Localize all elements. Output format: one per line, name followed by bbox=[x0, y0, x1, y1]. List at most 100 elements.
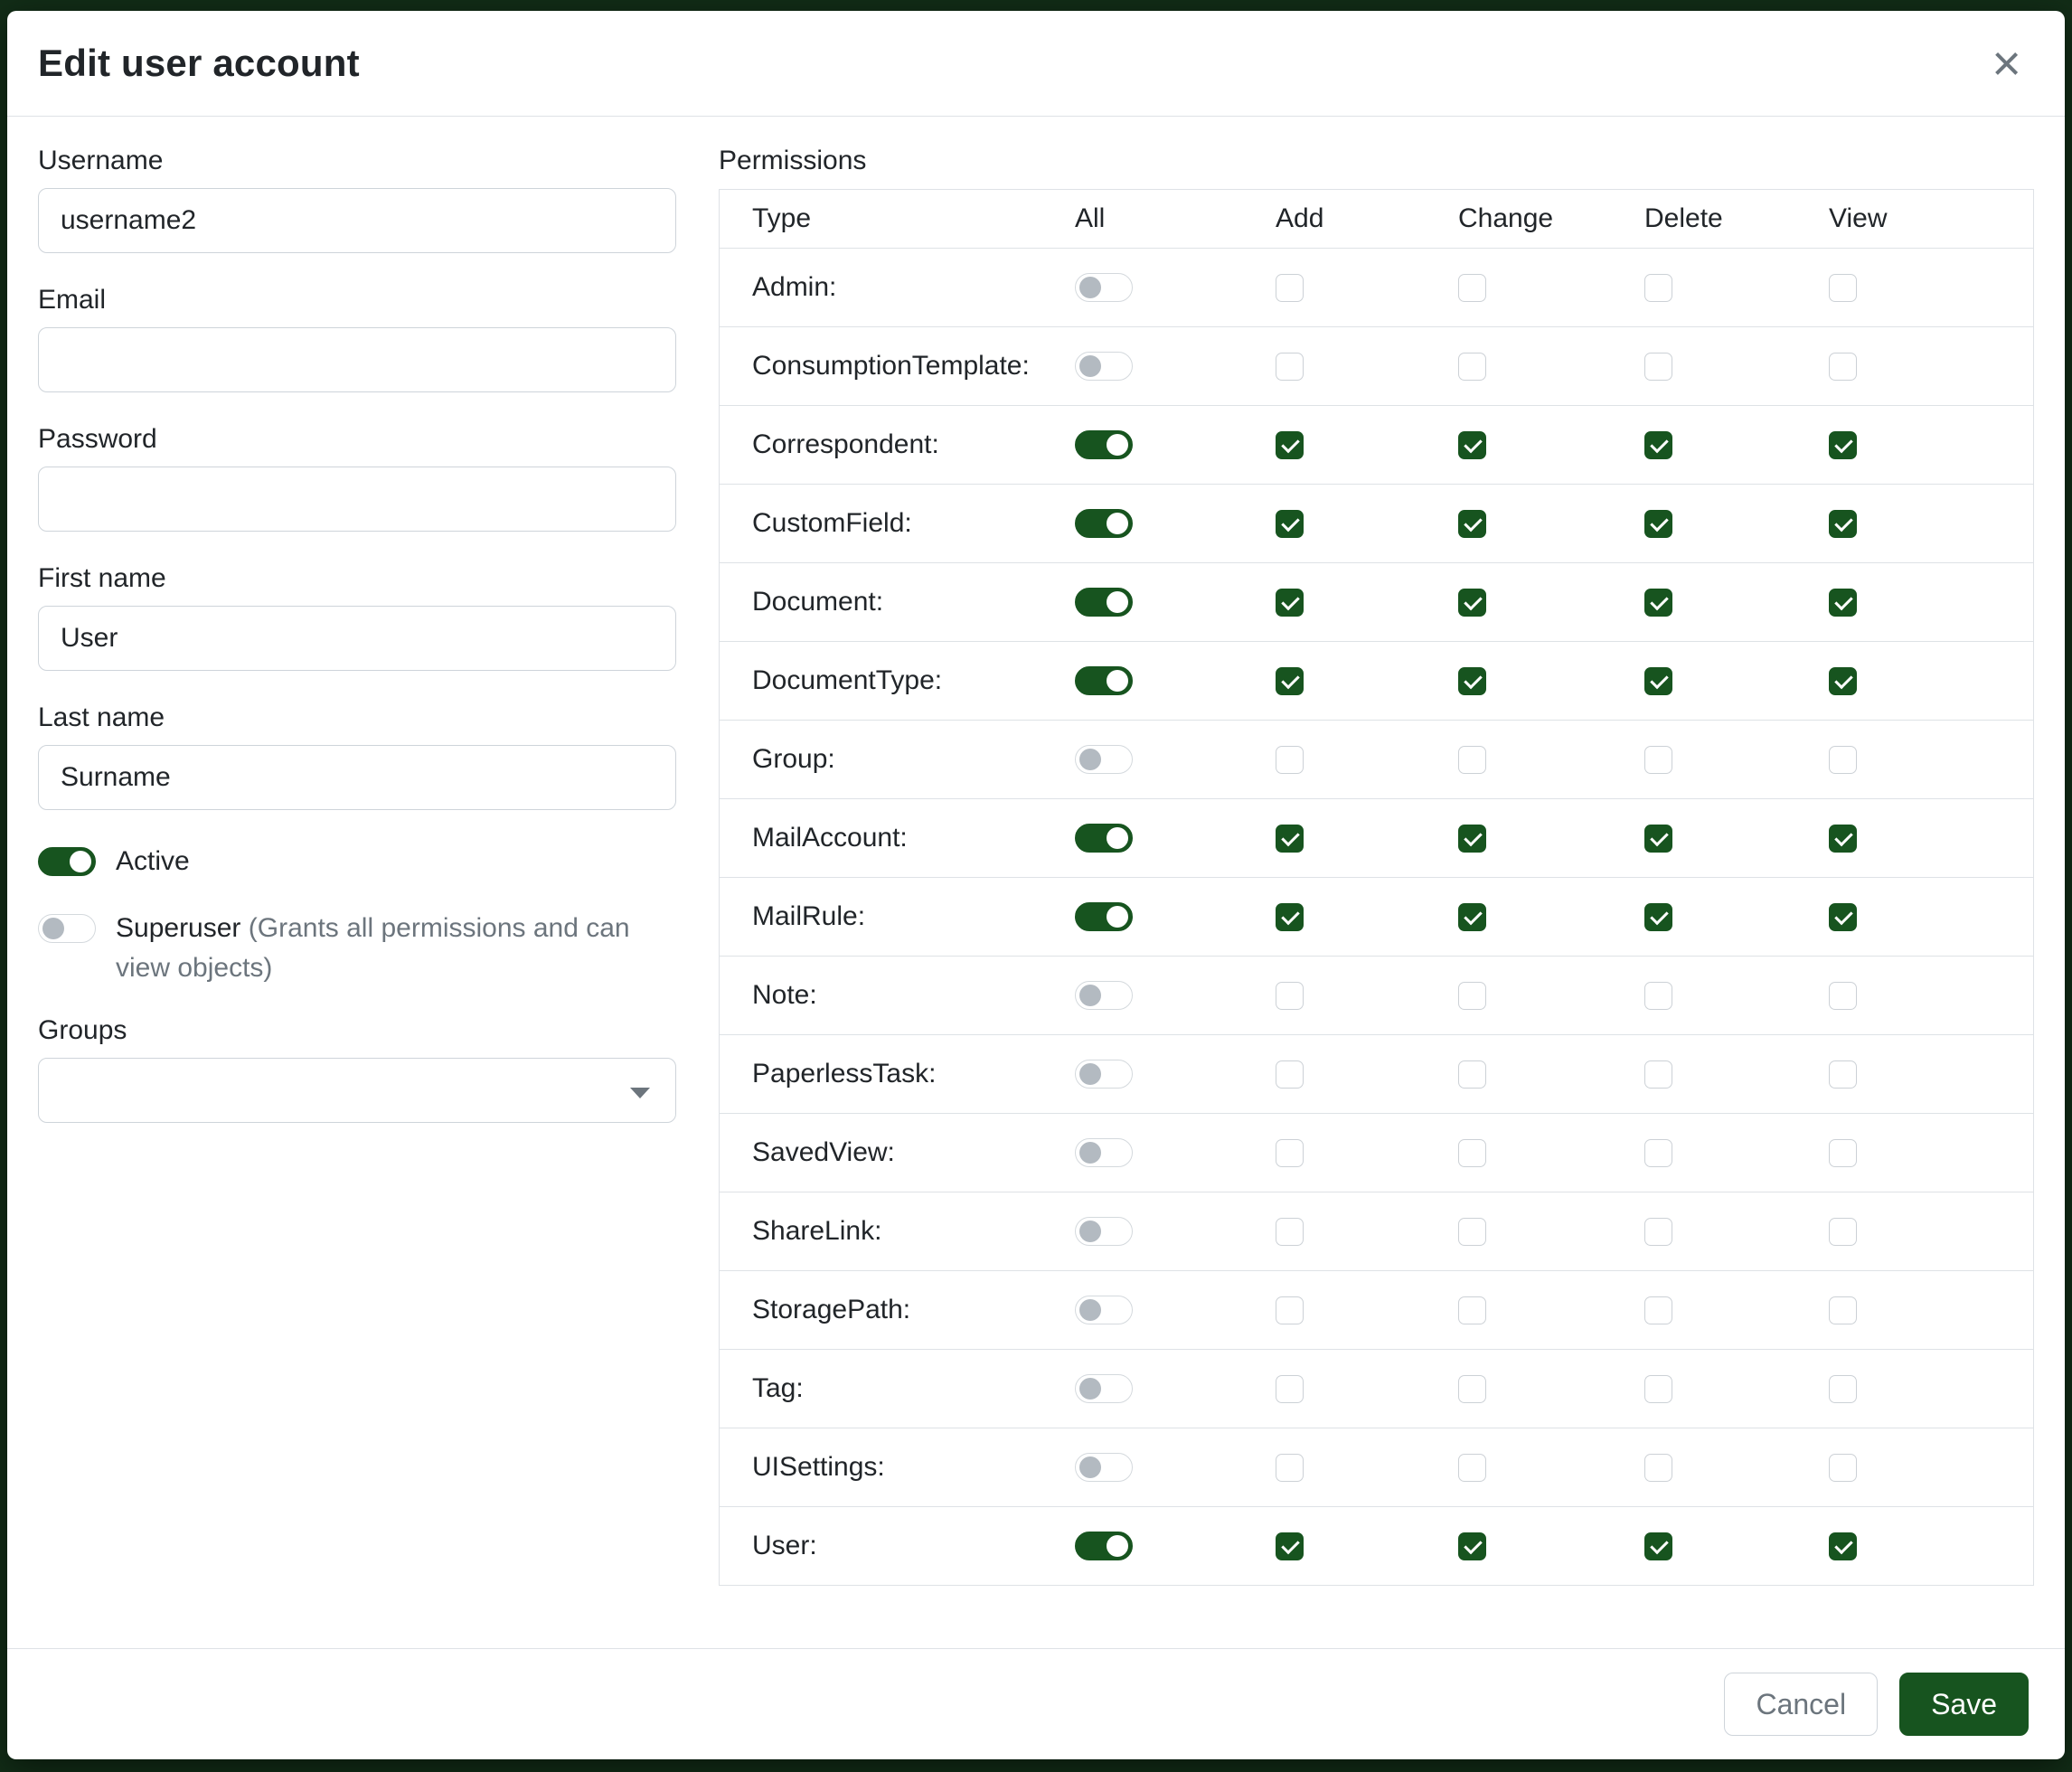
permission-change-checkbox[interactable] bbox=[1458, 589, 1486, 617]
groups-select[interactable] bbox=[38, 1058, 676, 1123]
permission-view-checkbox[interactable] bbox=[1829, 431, 1857, 459]
permission-all-toggle[interactable] bbox=[1075, 824, 1133, 853]
permission-all-toggle[interactable] bbox=[1075, 1217, 1133, 1246]
permission-view-checkbox[interactable] bbox=[1829, 353, 1857, 381]
permission-add-checkbox[interactable] bbox=[1276, 1060, 1304, 1089]
permission-change-checkbox[interactable] bbox=[1458, 1454, 1486, 1482]
permission-change-checkbox[interactable] bbox=[1458, 510, 1486, 538]
permission-change-checkbox[interactable] bbox=[1458, 1532, 1486, 1560]
permission-delete-checkbox[interactable] bbox=[1644, 1139, 1672, 1167]
permission-all-toggle[interactable] bbox=[1075, 1060, 1133, 1089]
email-input[interactable] bbox=[38, 327, 676, 392]
permission-all-toggle[interactable] bbox=[1075, 588, 1133, 617]
permission-all-toggle[interactable] bbox=[1075, 273, 1133, 302]
permission-add-checkbox[interactable] bbox=[1276, 903, 1304, 931]
permission-change-checkbox[interactable] bbox=[1458, 1060, 1486, 1089]
active-toggle[interactable] bbox=[38, 847, 96, 876]
permission-add-checkbox[interactable] bbox=[1276, 1375, 1304, 1403]
permission-all-toggle[interactable] bbox=[1075, 1138, 1133, 1167]
permission-change-checkbox[interactable] bbox=[1458, 274, 1486, 302]
permission-change-checkbox[interactable] bbox=[1458, 1375, 1486, 1403]
permission-change-checkbox[interactable] bbox=[1458, 982, 1486, 1010]
permission-view-checkbox[interactable] bbox=[1829, 274, 1857, 302]
permission-view-checkbox[interactable] bbox=[1829, 1060, 1857, 1089]
permission-add-checkbox[interactable] bbox=[1276, 667, 1304, 695]
permission-delete-checkbox[interactable] bbox=[1644, 274, 1672, 302]
permission-all-toggle[interactable] bbox=[1075, 430, 1133, 459]
permission-view-checkbox[interactable] bbox=[1829, 1454, 1857, 1482]
permission-view-checkbox[interactable] bbox=[1829, 1532, 1857, 1560]
permission-view-checkbox[interactable] bbox=[1829, 825, 1857, 853]
permission-change-checkbox[interactable] bbox=[1458, 825, 1486, 853]
last-name-input[interactable] bbox=[38, 745, 676, 810]
permission-delete-checkbox[interactable] bbox=[1644, 1218, 1672, 1246]
permission-all-toggle[interactable] bbox=[1075, 509, 1133, 538]
permission-type-label: Admin: bbox=[720, 272, 1075, 303]
permission-view-checkbox[interactable] bbox=[1829, 589, 1857, 617]
permission-view-checkbox[interactable] bbox=[1829, 1218, 1857, 1246]
permission-delete-checkbox[interactable] bbox=[1644, 667, 1672, 695]
permission-add-checkbox[interactable] bbox=[1276, 1296, 1304, 1324]
permission-add-checkbox[interactable] bbox=[1276, 353, 1304, 381]
permission-delete-checkbox[interactable] bbox=[1644, 1296, 1672, 1324]
permission-change-checkbox[interactable] bbox=[1458, 1139, 1486, 1167]
save-button[interactable]: Save bbox=[1899, 1673, 2029, 1736]
permission-add-checkbox[interactable] bbox=[1276, 510, 1304, 538]
superuser-toggle[interactable] bbox=[38, 914, 96, 943]
permission-row: Tag: bbox=[720, 1349, 2033, 1428]
permission-view-checkbox[interactable] bbox=[1829, 667, 1857, 695]
permission-change-checkbox[interactable] bbox=[1458, 1296, 1486, 1324]
permission-add-checkbox[interactable] bbox=[1276, 1454, 1304, 1482]
permission-delete-checkbox[interactable] bbox=[1644, 903, 1672, 931]
permission-view-checkbox[interactable] bbox=[1829, 903, 1857, 931]
permission-all-toggle[interactable] bbox=[1075, 902, 1133, 931]
permission-add-checkbox[interactable] bbox=[1276, 589, 1304, 617]
close-button[interactable]: × bbox=[1984, 42, 2029, 85]
permission-add-checkbox[interactable] bbox=[1276, 825, 1304, 853]
first-name-input[interactable] bbox=[38, 606, 676, 671]
dialog-title: Edit user account bbox=[38, 42, 360, 85]
permission-delete-checkbox[interactable] bbox=[1644, 825, 1672, 853]
permission-all-toggle[interactable] bbox=[1075, 981, 1133, 1010]
permission-delete-checkbox[interactable] bbox=[1644, 1060, 1672, 1089]
permission-add-checkbox[interactable] bbox=[1276, 1139, 1304, 1167]
permission-view-checkbox[interactable] bbox=[1829, 982, 1857, 1010]
permission-delete-checkbox[interactable] bbox=[1644, 982, 1672, 1010]
permission-add-checkbox[interactable] bbox=[1276, 431, 1304, 459]
permission-all-toggle[interactable] bbox=[1075, 1532, 1133, 1560]
permission-delete-checkbox[interactable] bbox=[1644, 1532, 1672, 1560]
permission-change-checkbox[interactable] bbox=[1458, 431, 1486, 459]
permission-delete-checkbox[interactable] bbox=[1644, 510, 1672, 538]
permission-add-checkbox[interactable] bbox=[1276, 1532, 1304, 1560]
permission-delete-checkbox[interactable] bbox=[1644, 589, 1672, 617]
username-input[interactable] bbox=[38, 188, 676, 253]
permission-all-toggle[interactable] bbox=[1075, 1296, 1133, 1324]
permission-view-checkbox[interactable] bbox=[1829, 510, 1857, 538]
permission-all-toggle[interactable] bbox=[1075, 666, 1133, 695]
permission-all-toggle[interactable] bbox=[1075, 1453, 1133, 1482]
permission-delete-checkbox[interactable] bbox=[1644, 1375, 1672, 1403]
permission-change-checkbox[interactable] bbox=[1458, 667, 1486, 695]
cancel-button[interactable]: Cancel bbox=[1724, 1673, 1878, 1736]
permission-delete-checkbox[interactable] bbox=[1644, 353, 1672, 381]
permission-change-checkbox[interactable] bbox=[1458, 746, 1486, 774]
permission-all-toggle[interactable] bbox=[1075, 352, 1133, 381]
permission-change-checkbox[interactable] bbox=[1458, 353, 1486, 381]
permission-add-checkbox[interactable] bbox=[1276, 746, 1304, 774]
permission-add-checkbox[interactable] bbox=[1276, 274, 1304, 302]
permission-view-checkbox[interactable] bbox=[1829, 1375, 1857, 1403]
permission-all-toggle[interactable] bbox=[1075, 1374, 1133, 1403]
permission-view-checkbox[interactable] bbox=[1829, 1139, 1857, 1167]
permission-delete-checkbox[interactable] bbox=[1644, 746, 1672, 774]
password-input[interactable] bbox=[38, 467, 676, 532]
permission-view-checkbox[interactable] bbox=[1829, 1296, 1857, 1324]
permission-add-checkbox[interactable] bbox=[1276, 982, 1304, 1010]
permission-delete-checkbox[interactable] bbox=[1644, 431, 1672, 459]
permission-change-checkbox[interactable] bbox=[1458, 1218, 1486, 1246]
permission-change-checkbox[interactable] bbox=[1458, 903, 1486, 931]
permission-add-checkbox[interactable] bbox=[1276, 1218, 1304, 1246]
permission-delete-checkbox[interactable] bbox=[1644, 1454, 1672, 1482]
dialog-footer: Cancel Save bbox=[7, 1648, 2065, 1759]
permission-view-checkbox[interactable] bbox=[1829, 746, 1857, 774]
permission-all-toggle[interactable] bbox=[1075, 745, 1133, 774]
